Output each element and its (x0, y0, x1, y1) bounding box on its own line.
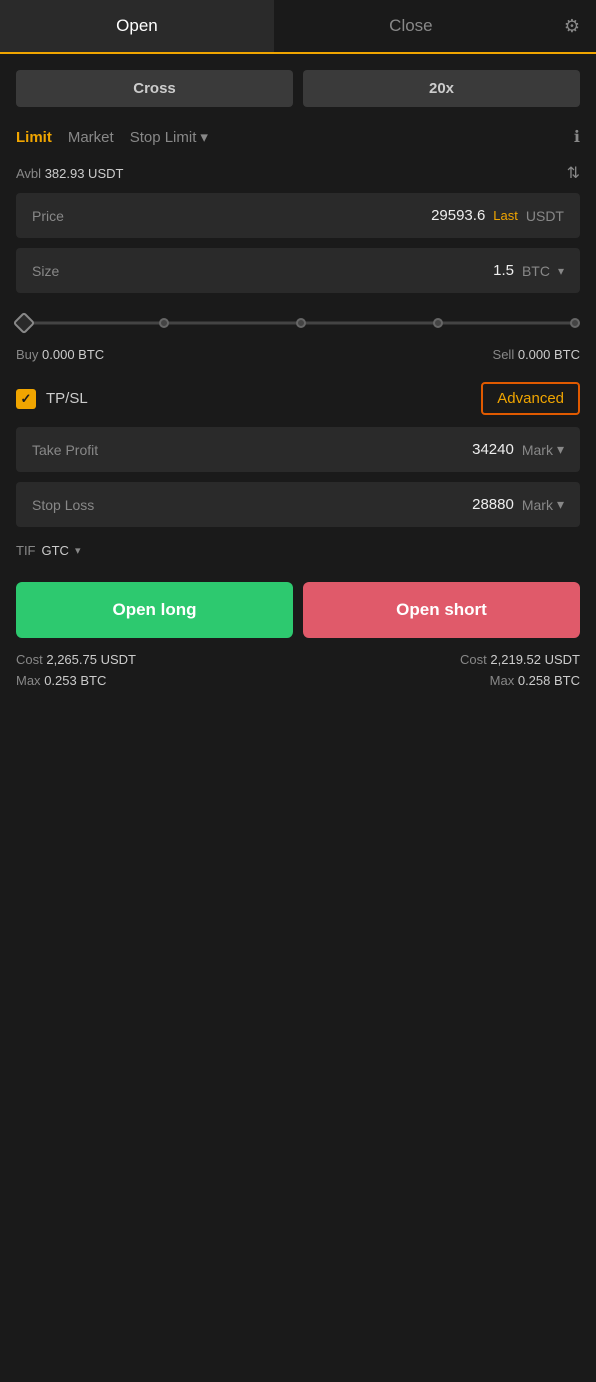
slider-track-wrapper (16, 313, 580, 333)
cross-button[interactable]: Cross (16, 70, 293, 107)
checkmark-icon: ✓ (21, 391, 32, 407)
long-cost-value: 2,265.75 USDT (46, 652, 136, 667)
tif-value: GTC (42, 543, 69, 558)
stop-loss-dropdown-icon: ▾ (557, 496, 564, 513)
slider-tick-4 (570, 318, 580, 328)
tpsl-checkbox[interactable]: ✓ (16, 389, 36, 409)
size-label: Size (32, 263, 59, 279)
slider-handle[interactable] (13, 312, 36, 335)
market-button[interactable]: Market (68, 129, 114, 146)
sell-label: Sell (493, 347, 515, 362)
slider-tick-2 (296, 318, 306, 328)
tpsl-label: TP/SL (46, 390, 88, 407)
price-field[interactable]: Price 29593.6 Last USDT (16, 193, 580, 238)
short-max-value: 0.258 BTC (518, 673, 580, 688)
price-right: 29593.6 Last USDT (431, 207, 564, 224)
tpsl-left: ✓ TP/SL (16, 389, 88, 409)
position-slider[interactable] (16, 313, 580, 333)
cost-row: Cost 2,265.75 USDT Cost 2,219.52 USDT (16, 652, 580, 667)
short-cost-label: Cost (460, 652, 487, 667)
short-max-label: Max (490, 673, 515, 688)
leverage-button[interactable]: 20x (303, 70, 580, 107)
tab-close[interactable]: Close (274, 0, 548, 52)
short-cost: Cost 2,219.52 USDT (460, 652, 580, 667)
transfer-icon[interactable]: ⇅ (567, 163, 580, 183)
main-content: Cross 20x Limit Market Stop Limit ▾ ℹ Av… (0, 54, 596, 710)
chevron-down-icon: ▾ (200, 128, 208, 146)
open-long-button[interactable]: Open long (16, 582, 293, 638)
slider-tick-1 (159, 318, 169, 328)
mode-row: Cross 20x (16, 70, 580, 107)
sell-amount: Sell 0.000 BTC (493, 347, 580, 362)
buy-value: 0.000 BTC (42, 347, 104, 362)
take-profit-mark-label: Mark (522, 442, 553, 458)
tif-dropdown-icon[interactable]: ▾ (75, 544, 81, 557)
tpsl-row: ✓ TP/SL Advanced (16, 382, 580, 415)
take-profit-value: 34240 (472, 441, 514, 458)
avbl-amount: 382.93 USDT (45, 166, 124, 181)
stop-loss-mark-dropdown[interactable]: Mark ▾ (522, 496, 564, 513)
long-max-value: 0.253 BTC (44, 673, 106, 688)
long-cost: Cost 2,265.75 USDT (16, 652, 136, 667)
price-label: Price (32, 208, 64, 224)
open-short-button[interactable]: Open short (303, 582, 580, 638)
take-profit-right: 34240 Mark ▾ (472, 441, 564, 458)
tick-marks (16, 313, 580, 333)
sell-value: 0.000 BTC (518, 347, 580, 362)
action-buttons: Open long Open short (16, 582, 580, 638)
buy-label: Buy (16, 347, 38, 362)
long-max: Max 0.253 BTC (16, 673, 106, 688)
tab-bar: Open Close ⚙ (0, 0, 596, 54)
size-right: 1.5 BTC ▾ (493, 262, 564, 279)
stop-loss-mark-label: Mark (522, 497, 553, 513)
price-tag: Last (493, 208, 518, 223)
buy-sell-row: Buy 0.000 BTC Sell 0.000 BTC (16, 347, 580, 362)
take-profit-field[interactable]: Take Profit 34240 Mark ▾ (16, 427, 580, 472)
avbl-label: Avbl 382.93 USDT (16, 166, 123, 181)
advanced-button[interactable]: Advanced (481, 382, 580, 415)
take-profit-mark-dropdown[interactable]: Mark ▾ (522, 441, 564, 458)
order-type-row: Limit Market Stop Limit ▾ ℹ (16, 127, 580, 147)
tif-row: TIF GTC ▾ (16, 543, 580, 558)
price-unit: USDT (526, 208, 564, 224)
size-value: 1.5 (493, 262, 514, 279)
buy-amount: Buy 0.000 BTC (16, 347, 104, 362)
limit-button[interactable]: Limit (16, 129, 52, 146)
balance-row: Avbl 382.93 USDT ⇅ (16, 163, 580, 183)
size-dropdown-icon[interactable]: ▾ (558, 264, 564, 278)
long-cost-label: Cost (16, 652, 43, 667)
stop-loss-label: Stop Loss (32, 497, 94, 513)
short-max: Max 0.258 BTC (490, 673, 580, 688)
stop-loss-field[interactable]: Stop Loss 28880 Mark ▾ (16, 482, 580, 527)
price-value: 29593.6 (431, 207, 485, 224)
tab-open[interactable]: Open (0, 0, 274, 52)
stop-loss-value: 28880 (472, 496, 514, 513)
info-icon[interactable]: ℹ (574, 127, 580, 147)
max-row: Max 0.253 BTC Max 0.258 BTC (16, 673, 580, 688)
long-max-label: Max (16, 673, 41, 688)
tif-label: TIF (16, 543, 36, 558)
slider-tick-3 (433, 318, 443, 328)
size-unit: BTC (522, 263, 550, 279)
take-profit-label: Take Profit (32, 442, 98, 458)
stop-loss-right: 28880 Mark ▾ (472, 496, 564, 513)
size-field[interactable]: Size 1.5 BTC ▾ (16, 248, 580, 293)
short-cost-value: 2,219.52 USDT (490, 652, 580, 667)
take-profit-dropdown-icon: ▾ (557, 441, 564, 458)
stop-limit-button[interactable]: Stop Limit ▾ (130, 128, 208, 146)
settings-icon[interactable]: ⚙ (548, 16, 596, 37)
